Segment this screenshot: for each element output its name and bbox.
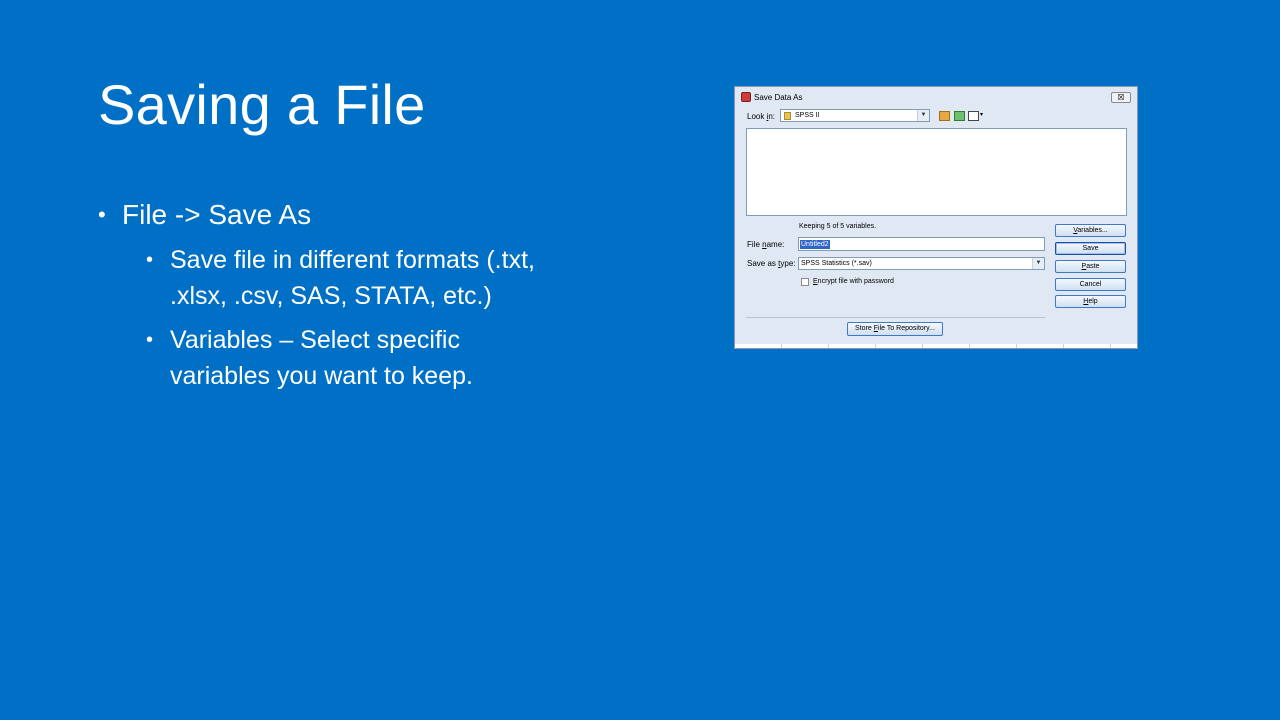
bullet-dot: • [98, 202, 106, 227]
label-part: Cancel [1079, 281, 1102, 288]
label-part: Look [747, 112, 767, 121]
label-part: ile To Repository... [878, 325, 935, 332]
label-part: ame: [766, 240, 785, 249]
view-menu-arrow-icon[interactable]: ▾ [980, 111, 983, 118]
slide-title: Saving a File [98, 73, 426, 136]
save-button[interactable]: Save [1055, 242, 1126, 255]
label-part: n: [768, 112, 776, 121]
bullet-text-line: .xlsx, .csv, SAS, STATA, etc.) [170, 282, 492, 310]
encrypt-label[interactable]: Encrypt file with password [813, 278, 894, 285]
bullet-dot: • [146, 249, 154, 271]
bullet-level2: • Save file in different formats (.txt, … [98, 242, 658, 314]
divider [746, 317, 1045, 318]
look-in-label: Look in: [747, 112, 775, 121]
look-in-value: SPSS II [795, 112, 820, 119]
chevron-down-icon[interactable]: ▼ [917, 110, 929, 121]
save-data-as-dialog: Save Data As ☒ Look in: SPSS II ▼ ▾ Keep… [734, 86, 1138, 349]
folder-icon [784, 112, 791, 120]
encrypt-checkbox[interactable] [801, 278, 809, 286]
spss-app-icon [741, 92, 751, 102]
label-part: elp [1088, 298, 1098, 305]
bullet-level2: • Variables – Select specific variables … [98, 322, 658, 394]
cancel-button[interactable]: Cancel [1055, 278, 1126, 291]
file-list[interactable] [746, 128, 1127, 216]
label-part: ariables... [1077, 227, 1108, 234]
file-name-value: Untitled2 [800, 240, 830, 249]
label-part: aste [1086, 263, 1100, 270]
variables-button[interactable]: Variables... [1055, 224, 1126, 237]
file-name-input[interactable]: Untitled2 [798, 237, 1045, 251]
bullet-list: • File -> Save As • Save file in differe… [98, 196, 658, 394]
new-folder-icon[interactable] [954, 111, 965, 121]
view-menu-icon[interactable] [968, 111, 979, 121]
bullet-level1: • File -> Save As [98, 196, 658, 234]
label-part: Save as [747, 259, 779, 268]
dialog-titlebar: Save Data As ☒ [735, 87, 1137, 107]
close-button[interactable]: ☒ [1111, 92, 1131, 103]
paste-button[interactable]: Paste [1055, 260, 1126, 273]
save-as-type-dropdown[interactable]: SPSS Statistics (*.sav) ▼ [798, 257, 1045, 270]
file-name-label: File name: [747, 240, 784, 249]
bullet-text-line: Save file in different formats (.txt, [170, 246, 535, 274]
help-button[interactable]: Help [1055, 295, 1126, 308]
bullet-text: File -> Save As [122, 199, 312, 230]
label-part: ncrypt file with password [817, 278, 894, 285]
keeping-variables-text: Keeping 5 of 5 variables. [799, 223, 877, 230]
background-grid-strip [735, 344, 1137, 348]
save-as-type-label: Save as type: [747, 259, 796, 268]
up-folder-icon[interactable] [939, 111, 950, 121]
label-part: Save [1082, 245, 1099, 252]
label-part: ype: [780, 259, 796, 268]
bullet-text-line: variables you want to keep. [170, 362, 473, 390]
dialog-title: Save Data As [754, 93, 803, 102]
label-part: Store [855, 325, 874, 332]
bullet-dot: • [146, 329, 154, 351]
label-part: File [747, 240, 763, 249]
bullet-text-line: Variables – Select specific [170, 326, 460, 354]
store-file-to-repository-button[interactable]: Store File To Repository... [847, 322, 943, 336]
save-as-type-value: SPSS Statistics (*.sav) [801, 260, 872, 267]
chevron-down-icon[interactable]: ▼ [1032, 258, 1044, 269]
look-in-dropdown[interactable]: SPSS II ▼ [780, 109, 930, 122]
